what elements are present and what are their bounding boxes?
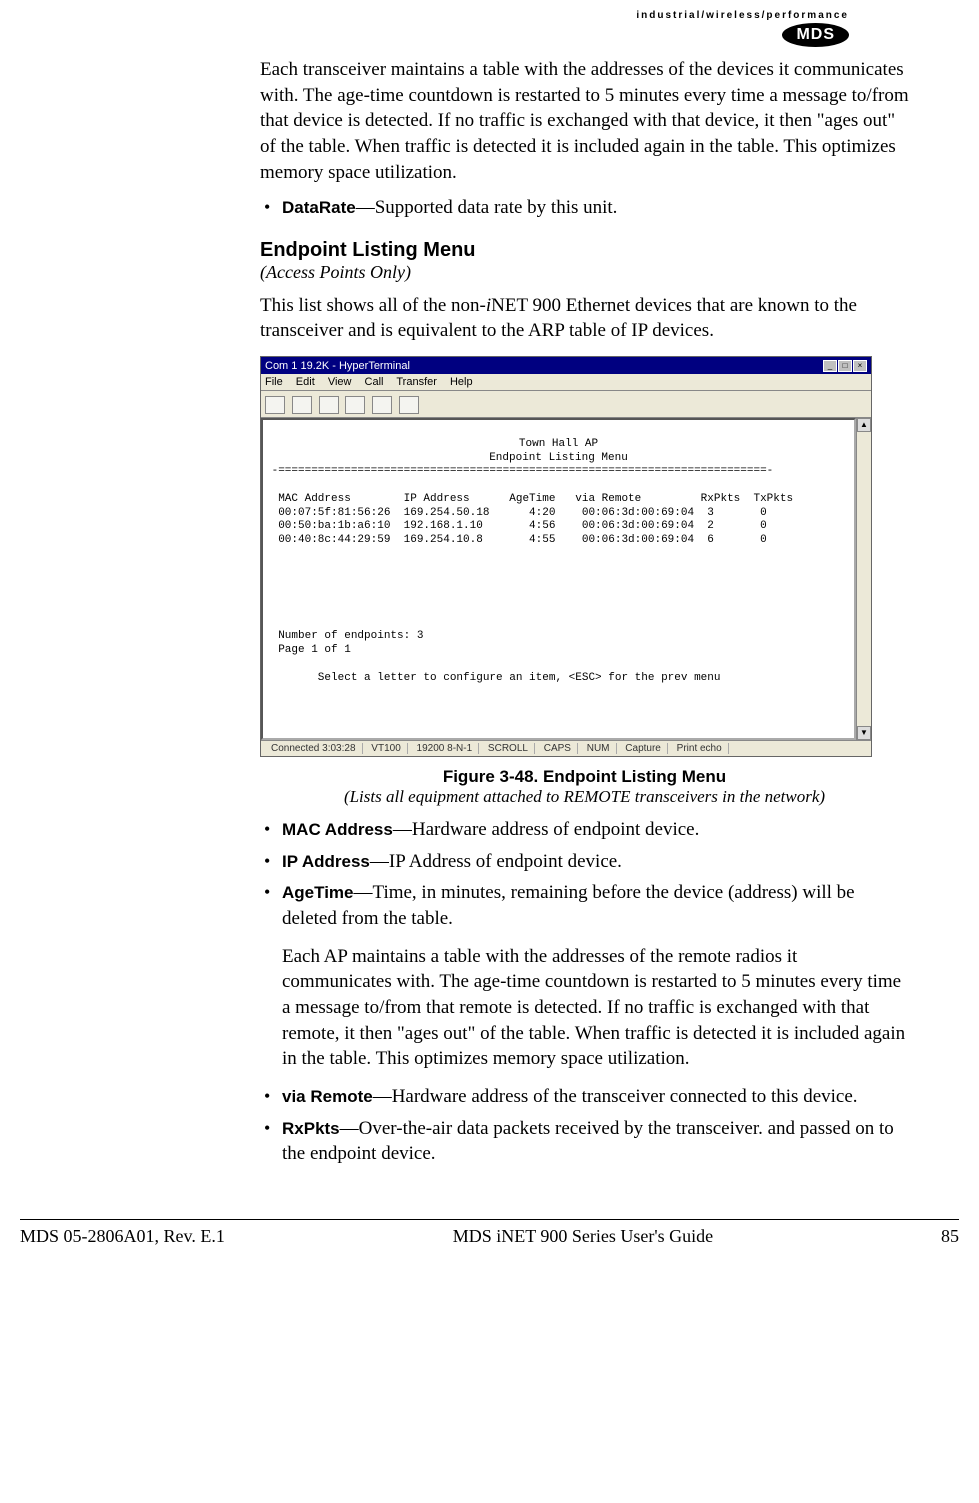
terminal-toolbar bbox=[261, 391, 871, 418]
screen-page: Page 1 of 1 bbox=[265, 644, 351, 656]
status-echo: Print echo bbox=[671, 743, 729, 754]
term-agetime: AgeTime bbox=[282, 883, 354, 902]
menu-view[interactable]: View bbox=[328, 376, 352, 388]
bullet-mac: MAC Address—Hardware address of endpoint… bbox=[260, 817, 909, 843]
menu-help[interactable]: Help bbox=[450, 376, 473, 388]
window-controls: _□× bbox=[822, 359, 867, 372]
bullet-viaremote: via Remote—Hardware address of the trans… bbox=[260, 1084, 909, 1110]
agetime-paragraph: Each AP maintains a table with the addre… bbox=[282, 944, 909, 1072]
footer-rule bbox=[20, 1219, 959, 1220]
tool-connect-icon[interactable] bbox=[319, 396, 339, 414]
status-term: VT100 bbox=[365, 743, 407, 754]
terminal-statusbar: Connected 3:03:28 VT100 19200 8-N-1 SCRO… bbox=[261, 740, 871, 756]
figure-caption: Figure 3-48. Endpoint Listing Menu bbox=[260, 767, 909, 787]
desc-mac: —Hardware address of endpoint device. bbox=[393, 819, 700, 840]
status-caps: CAPS bbox=[538, 743, 578, 754]
terminal-body: Town Hall APEndpoint Listing Menu -=====… bbox=[261, 418, 856, 740]
terminal-menubar: File Edit View Call Transfer Help bbox=[261, 374, 871, 391]
section-paragraph: This list shows all of the non-iNET 900 … bbox=[260, 293, 909, 344]
bullet-agetime: AgeTime—Time, in minutes, remaining befo… bbox=[260, 880, 909, 931]
screen-title-2: Endpoint Listing Menu bbox=[265, 452, 852, 466]
status-capture: Capture bbox=[619, 743, 668, 754]
terminal-titlebar: Com 1 19.2K - HyperTerminal _□× bbox=[261, 357, 871, 374]
term-viaremote: via Remote bbox=[282, 1087, 373, 1106]
footer-right: 85 bbox=[941, 1226, 959, 1247]
tool-props-icon[interactable] bbox=[399, 396, 419, 414]
maximize-icon[interactable]: □ bbox=[838, 360, 852, 372]
tool-new-icon[interactable] bbox=[265, 396, 285, 414]
terminal-title: Com 1 19.2K - HyperTerminal bbox=[265, 360, 410, 372]
screen-header: MAC Address IP Address AgeTime via Remot… bbox=[265, 493, 793, 505]
status-num: NUM bbox=[581, 743, 617, 754]
terminal-scrollbar[interactable]: ▲ ▼ bbox=[856, 418, 871, 740]
desc-datarate: —Supported data rate by this unit. bbox=[356, 197, 618, 218]
figure-subcaption: (Lists all equipment attached to REMOTE … bbox=[260, 787, 909, 807]
brand-header: industrial/wireless/performance MDS bbox=[60, 10, 919, 47]
screen-endpoints: Number of endpoints: 3 bbox=[265, 630, 423, 642]
bullet-datarate: DataRate—Supported data rate by this uni… bbox=[260, 195, 909, 221]
term-mac: MAC Address bbox=[282, 820, 393, 839]
screen-prompt: Select a letter to configure an item, <E… bbox=[265, 672, 720, 684]
desc-viaremote: —Hardware address of the transceiver con… bbox=[373, 1086, 858, 1107]
footer-center: MDS iNET 900 Series User's Guide bbox=[453, 1226, 713, 1247]
desc-agetime: —Time, in minutes, remaining before the … bbox=[282, 882, 855, 929]
desc-rxpkts: —Over-the-air data packets received by t… bbox=[282, 1118, 894, 1165]
minimize-icon[interactable]: _ bbox=[823, 360, 837, 372]
status-connected: Connected 3:03:28 bbox=[265, 743, 363, 754]
close-icon[interactable]: × bbox=[853, 360, 867, 372]
menu-call[interactable]: Call bbox=[365, 376, 384, 388]
menu-file[interactable]: File bbox=[265, 376, 283, 388]
screen-divider: -=======================================… bbox=[265, 465, 773, 477]
term-ip: IP Address bbox=[282, 852, 370, 871]
section-title: Endpoint Listing Menu bbox=[260, 239, 909, 262]
tool-open-icon[interactable] bbox=[292, 396, 312, 414]
screen-title-1: Town Hall AP bbox=[265, 438, 852, 452]
menu-edit[interactable]: Edit bbox=[296, 376, 315, 388]
terminal-window: Com 1 19.2K - HyperTerminal _□× File Edi… bbox=[260, 356, 872, 757]
intro-paragraph: Each transceiver maintains a table with … bbox=[260, 57, 909, 185]
page-footer: MDS 05-2806A01, Rev. E.1 MDS iNET 900 Se… bbox=[0, 1226, 979, 1257]
scroll-up-icon[interactable]: ▲ bbox=[857, 418, 871, 432]
screen-row-2: 00:40:8c:44:29:59 169.254.10.8 4:55 00:0… bbox=[265, 534, 767, 546]
tool-send-icon[interactable] bbox=[372, 396, 392, 414]
section-subtitle: (Access Points Only) bbox=[260, 262, 909, 283]
brand-logo: MDS bbox=[782, 23, 849, 47]
term-datarate: DataRate bbox=[282, 198, 356, 217]
scroll-down-icon[interactable]: ▼ bbox=[857, 726, 871, 740]
tool-disconnect-icon[interactable] bbox=[345, 396, 365, 414]
status-baud: 19200 8-N-1 bbox=[411, 743, 480, 754]
term-rxpkts: RxPkts bbox=[282, 1119, 340, 1138]
screen-row-0: 00:07:5f:81:56:26 169.254.50.18 4:20 00:… bbox=[265, 507, 767, 519]
footer-left: MDS 05-2806A01, Rev. E.1 bbox=[20, 1226, 225, 1247]
screen-row-1: 00:50:ba:1b:a6:10 192.168.1.10 4:56 00:0… bbox=[265, 520, 767, 532]
bullet-rxpkts: RxPkts—Over-the-air data packets receive… bbox=[260, 1116, 909, 1167]
desc-ip: —IP Address of endpoint device. bbox=[370, 851, 622, 872]
status-scroll: SCROLL bbox=[482, 743, 535, 754]
menu-transfer[interactable]: Transfer bbox=[396, 376, 437, 388]
brand-tagline: industrial/wireless/performance bbox=[60, 10, 849, 21]
bullet-ip: IP Address—IP Address of endpoint device… bbox=[260, 849, 909, 875]
